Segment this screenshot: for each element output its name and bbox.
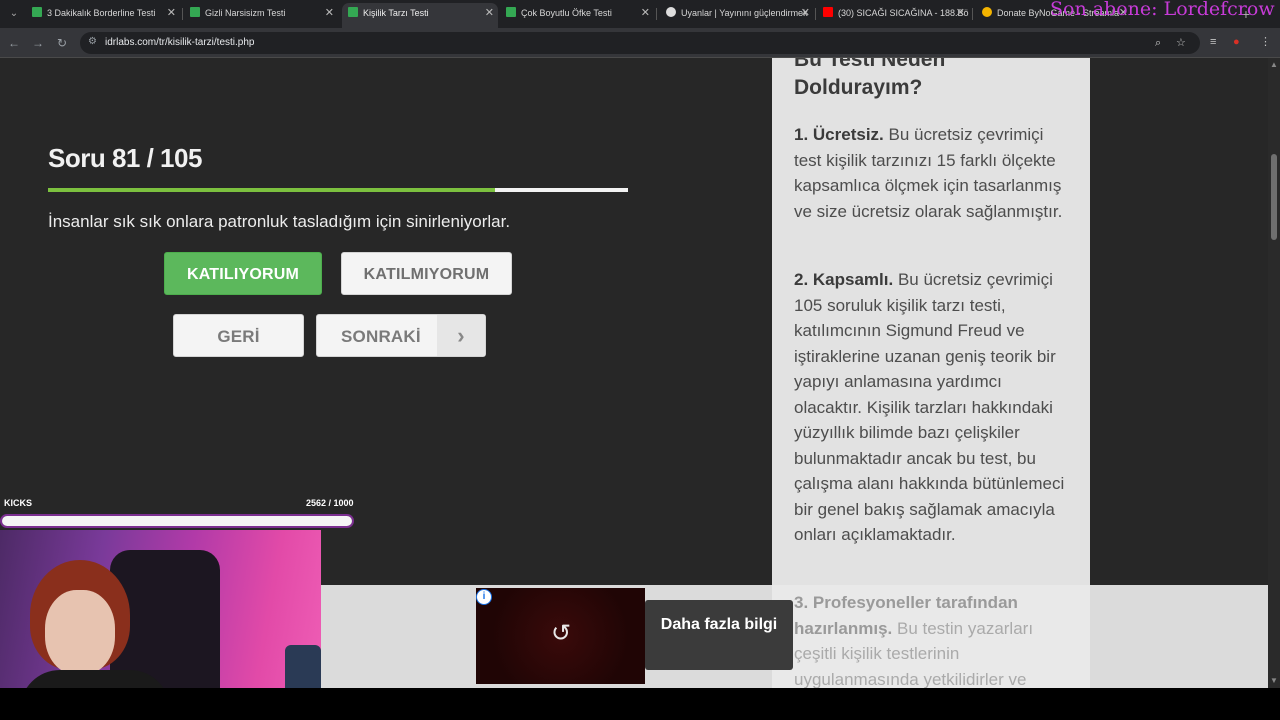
- profile-avatar-icon[interactable]: ●: [1233, 34, 1240, 50]
- tab-title: Gizli Narsisizm Testi: [205, 8, 286, 18]
- next-button-label: SONRAKİ: [341, 327, 421, 346]
- favicon-icon: [982, 7, 992, 17]
- quiz-progress-fill: [48, 188, 496, 192]
- url-text: idrlabs.com/tr/kisilik-tarzi/testi.php: [105, 37, 255, 48]
- sidebar-point-3: 3. Profesyoneller tarafından hazırlanmış…: [794, 590, 1072, 692]
- tab-ofke[interactable]: Çok Boyutlu Öfke Testi ✕: [500, 3, 654, 28]
- sidebar-point-1: 1. Ücretsiz. Bu ücretsiz çevrimiçi test …: [794, 122, 1072, 224]
- tab-search-icon[interactable]: ⌄: [6, 6, 22, 22]
- next-button[interactable]: SONRAKİ ›: [316, 314, 486, 357]
- disagree-button[interactable]: KATILMIYORUM: [341, 252, 512, 295]
- agree-button[interactable]: KATILIYORUM: [164, 252, 322, 295]
- favicon-icon: [348, 7, 358, 17]
- favicon-icon: [506, 7, 516, 17]
- youtube-icon: [823, 7, 833, 17]
- replay-icon[interactable]: ↺: [548, 621, 574, 647]
- scroll-up-icon[interactable]: ▲: [1270, 60, 1278, 69]
- favicon-icon: [32, 7, 42, 17]
- address-bar[interactable]: ⚙ idrlabs.com/tr/kisilik-tarzi/testi.php…: [80, 32, 1200, 54]
- close-tab-icon[interactable]: ✕: [956, 3, 965, 24]
- favicon-icon: [190, 7, 200, 17]
- kicks-progress-fill: [2, 516, 352, 526]
- question-counter: Soru 81 / 105: [48, 143, 202, 173]
- quiz-progress-bar: [48, 188, 628, 192]
- kicks-progress-bar: [0, 514, 354, 528]
- tab-narsisizm[interactable]: Gizli Narsisizm Testi ✕: [184, 3, 338, 28]
- zoom-icon[interactable]: ⌕: [1155, 37, 1161, 49]
- media-control-icon[interactable]: ≡: [1210, 34, 1216, 50]
- tab-title: (30) SICAĞI SICAĞINA - 188.Bö: [838, 8, 969, 18]
- tab-title: Çok Boyutlu Öfke Testi: [521, 8, 612, 18]
- menu-dots-icon[interactable]: ⋮: [1260, 34, 1271, 50]
- ad-video[interactable]: ↺: [476, 588, 645, 684]
- close-tab-icon[interactable]: ✕: [641, 3, 650, 24]
- close-tab-icon[interactable]: ✕: [801, 3, 810, 24]
- tab-youtube[interactable]: (30) SICAĞI SICAĞINA - 188.Bö ✕: [817, 3, 969, 28]
- sidebar-heading: Bu Testi Neden Doldurayım?: [794, 58, 946, 99]
- favicon-icon: [666, 7, 676, 17]
- sidebar-point-2: 2. Kapsamlı. Bu ücretsiz çevrimiçi 105 s…: [794, 267, 1072, 548]
- close-tab-icon[interactable]: ✕: [167, 3, 176, 24]
- scroll-down-icon[interactable]: ▼: [1270, 676, 1278, 685]
- bottom-black-bar: [0, 688, 1280, 720]
- tab-kisilik-tarzi[interactable]: Kişilik Tarzı Testi ✕: [342, 3, 498, 28]
- ad-learn-more-button[interactable]: Daha fazla bilgi: [645, 600, 793, 670]
- scrollbar-thumb[interactable]: [1271, 154, 1277, 240]
- tab-title: Kişilik Tarzı Testi: [363, 8, 429, 18]
- last-subscriber-overlay: Son abone: Lordefcrow: [1050, 0, 1275, 20]
- browser-toolbar: ← → ↻ ⚙ idrlabs.com/tr/kisilik-tarzi/tes…: [0, 28, 1280, 58]
- tab-borderline[interactable]: 3 Dakikalık Borderline Testi ✕: [26, 3, 180, 28]
- question-text: İnsanlar sık sık onlara patronluk taslad…: [48, 212, 511, 231]
- tab-title: 3 Dakikalık Borderline Testi: [47, 8, 156, 18]
- tab-title: Uyanlar | Yayınını güçlendirmek: [681, 8, 808, 18]
- back-arrow-icon[interactable]: ←: [6, 35, 22, 51]
- info-icon[interactable]: i: [476, 589, 492, 605]
- page-scrollbar[interactable]: ▲ ▼: [1268, 58, 1280, 688]
- kicks-label: KICKS: [4, 498, 33, 508]
- point-title: 1. Ücretsiz.: [794, 125, 884, 144]
- close-tab-icon[interactable]: ✕: [325, 3, 334, 24]
- forward-arrow-icon[interactable]: →: [30, 35, 46, 51]
- bookmark-star-icon[interactable]: ☆: [1176, 37, 1186, 49]
- tab-uyanlar[interactable]: Uyanlar | Yayınını güçlendirmek ✕: [660, 3, 814, 28]
- chevron-right-icon: ›: [437, 315, 485, 356]
- kicks-count: 2562 / 1000: [306, 498, 354, 508]
- point-title: 2. Kapsamlı.: [794, 270, 894, 289]
- site-info-icon[interactable]: ⚙: [88, 36, 100, 48]
- point-text: Bu ücretsiz çevrimiçi 105 soruluk kişili…: [794, 270, 1065, 544]
- back-button[interactable]: GERİ: [173, 314, 304, 357]
- streamer-face: [45, 590, 115, 675]
- reload-icon[interactable]: ↻: [54, 35, 70, 51]
- close-tab-icon[interactable]: ✕: [485, 3, 494, 24]
